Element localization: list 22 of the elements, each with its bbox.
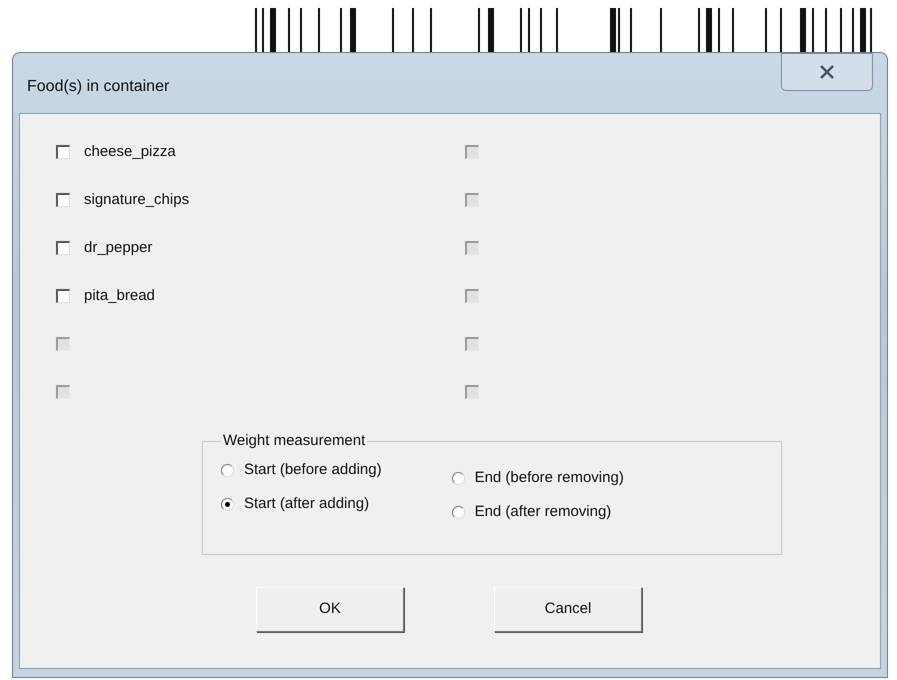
window-title: Food(s) in container bbox=[27, 77, 170, 97]
checkbox[interactable] bbox=[56, 193, 70, 207]
dialog-button[interactable]: Cancel bbox=[494, 587, 642, 632]
checkbox[interactable] bbox=[56, 241, 70, 255]
dialog-button[interactable]: OK bbox=[256, 587, 404, 632]
checkbox-label: signature_chips bbox=[84, 190, 190, 210]
checkbox-label: pita_bread bbox=[84, 286, 155, 306]
group-title: Weight measurement bbox=[222, 431, 366, 451]
radio-label: End (after removing) bbox=[474, 502, 612, 522]
radio-button[interactable] bbox=[452, 506, 465, 519]
checkbox[interactable] bbox=[56, 289, 70, 303]
radio-label: Start (before adding) bbox=[244, 460, 382, 480]
checkbox-label: cheese_pizza bbox=[84, 142, 176, 162]
radio-button[interactable] bbox=[452, 472, 465, 485]
radio-label: Start (after adding) bbox=[244, 494, 370, 514]
close-button[interactable] bbox=[781, 53, 873, 91]
checkbox[interactable] bbox=[56, 145, 70, 159]
radio-button[interactable] bbox=[221, 464, 234, 477]
radio-button[interactable] bbox=[221, 498, 234, 511]
radio-label: End (before removing) bbox=[474, 468, 624, 488]
checkbox-label: dr_pepper bbox=[84, 238, 152, 258]
close-icon bbox=[819, 65, 835, 79]
